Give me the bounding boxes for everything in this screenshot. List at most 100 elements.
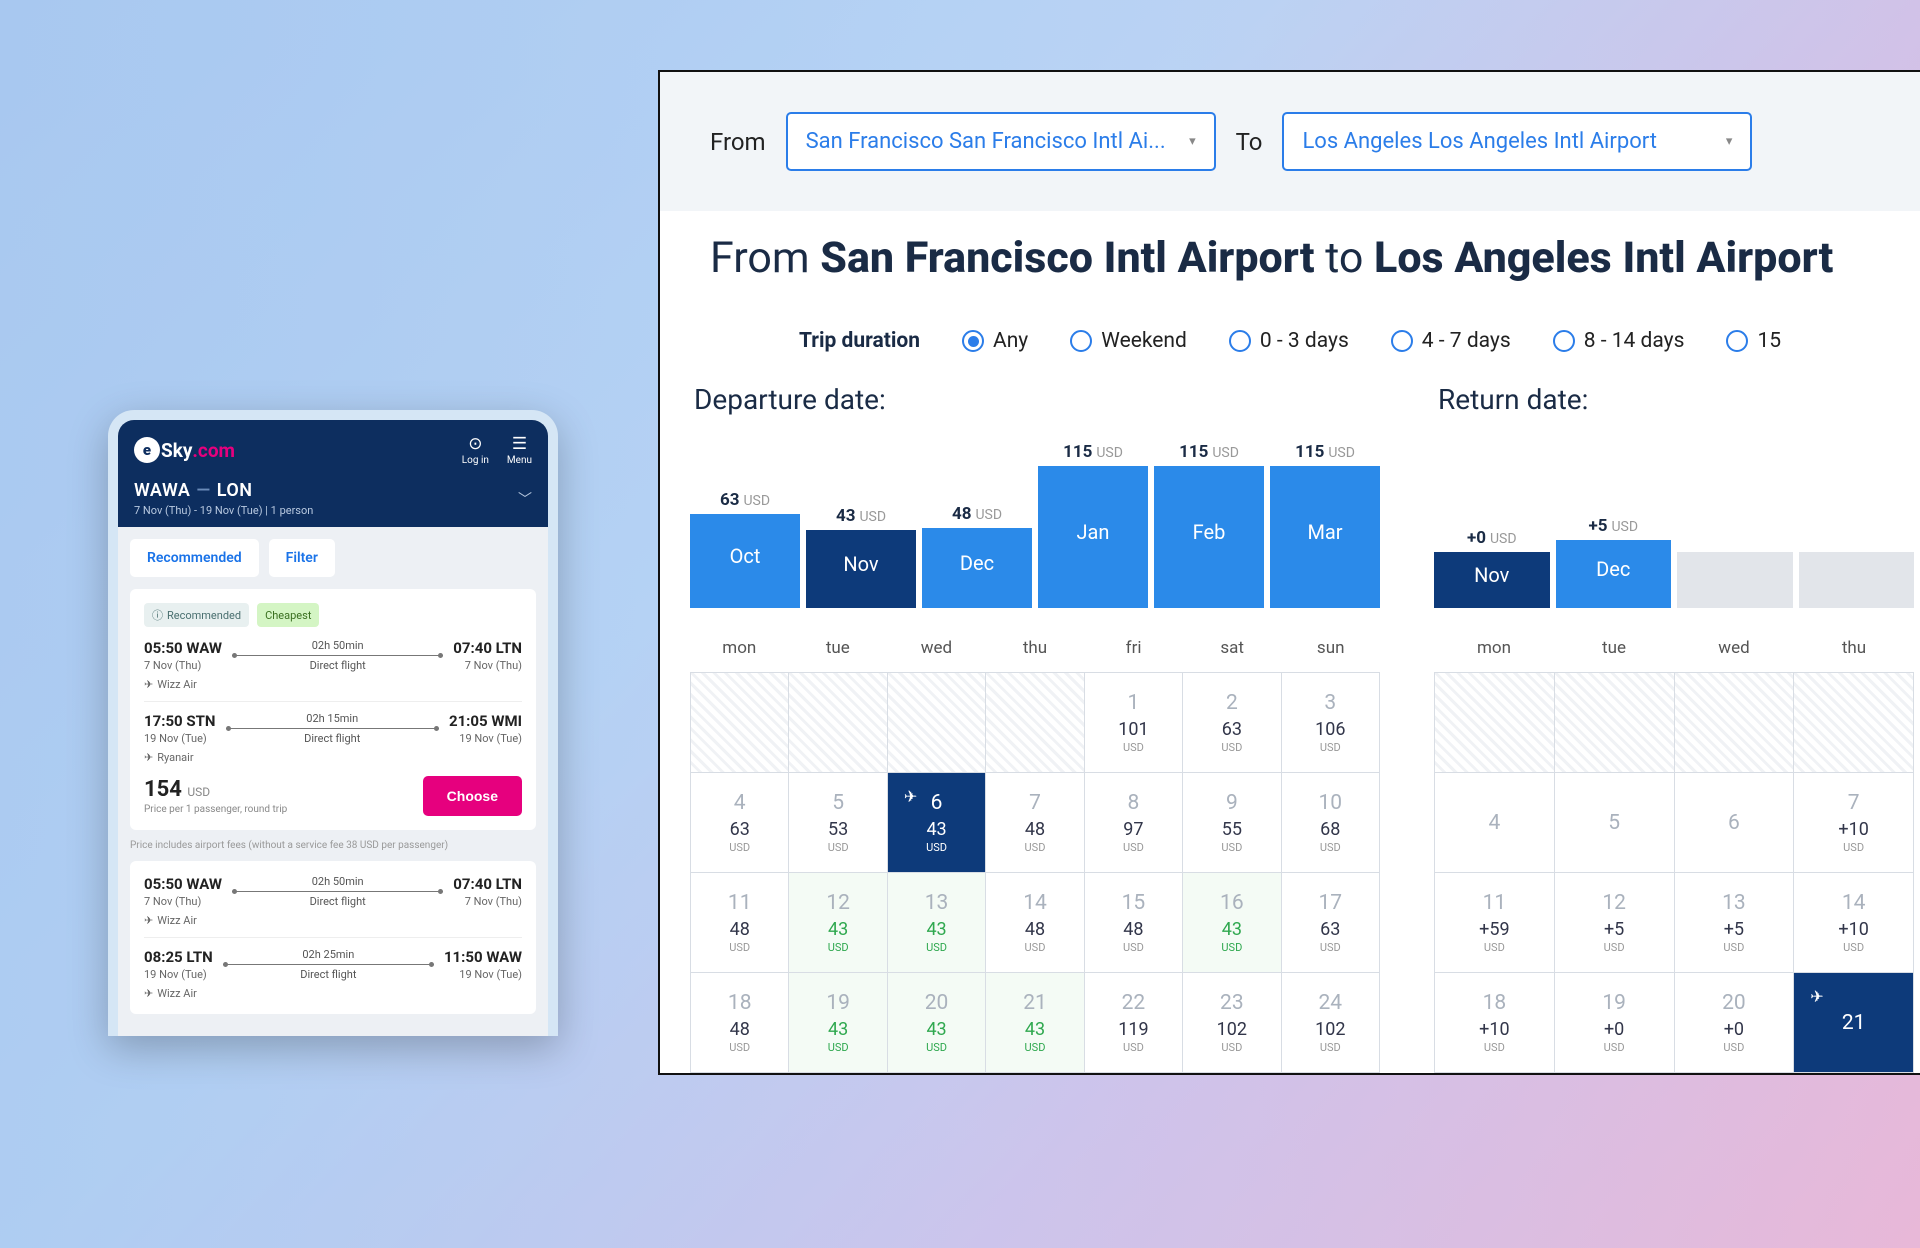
- duration-option[interactable]: Any: [962, 329, 1028, 353]
- calendar-day[interactable]: 2143USD: [986, 973, 1084, 1073]
- airline-label: Wizz Air: [144, 914, 522, 927]
- recommended-chip[interactable]: Recommended: [130, 539, 259, 577]
- calendar-day[interactable]: 1343USD: [888, 873, 986, 973]
- dow-label: thu: [1794, 638, 1914, 658]
- calendar-day[interactable]: 18+10USD: [1435, 973, 1555, 1073]
- flight-card: ⓘ Recommended Cheapest 05:50 WAW 7 Nov (…: [130, 589, 536, 830]
- mobile-logo[interactable]: eSky.com: [134, 437, 235, 463]
- calendar-day[interactable]: 1148USD: [691, 873, 789, 973]
- calendar-day[interactable]: 955USD: [1183, 773, 1281, 873]
- dow-label: mon: [1434, 638, 1554, 658]
- day-currency: USD: [1484, 1041, 1505, 1054]
- day-number: 14: [1842, 891, 1866, 915]
- arr-date: 7 Nov (Thu): [453, 895, 522, 908]
- month-label: Mar: [1270, 466, 1380, 608]
- calendar-empty-cell: [691, 673, 789, 773]
- month-bar[interactable]: +0USDNov: [1434, 438, 1550, 608]
- calendar-day[interactable]: 5: [1555, 773, 1675, 873]
- month-bar[interactable]: 48USDDec: [922, 438, 1032, 608]
- day-price: +5: [1604, 919, 1624, 940]
- month-bar[interactable]: 115USDFeb: [1154, 438, 1264, 608]
- login-button[interactable]: ⊙ Log in: [462, 434, 489, 466]
- month-bar[interactable]: Fe: [1799, 438, 1915, 608]
- day-price: +5: [1724, 919, 1744, 940]
- month-price: 63USD: [690, 490, 800, 510]
- direct-label: Direct flight: [213, 968, 444, 981]
- flight-leg: 05:50 WAW 7 Nov (Thu) 02h 50min Direct f…: [144, 875, 522, 908]
- duration-option[interactable]: 4 - 7 days: [1391, 329, 1511, 353]
- month-label: Fe: [1799, 552, 1915, 608]
- day-price: 48: [1123, 919, 1143, 940]
- calendar-day[interactable]: 1068USD: [1282, 773, 1380, 873]
- to-label: To: [1236, 128, 1263, 156]
- day-currency: USD: [1723, 1041, 1744, 1054]
- to-dropdown[interactable]: Los Angeles Los Angeles Intl Airport ▾: [1282, 112, 1752, 171]
- return-calendar: Return date: +0USDNov+5USDDecJanFe montu…: [1434, 383, 1914, 1073]
- calendar-day[interactable]: 20+0USD: [1675, 973, 1795, 1073]
- arr-time: 21:05 WMI: [449, 712, 522, 730]
- duration-option[interactable]: 0 - 3 days: [1229, 329, 1349, 353]
- calendar-day[interactable]: 2043USD: [888, 973, 986, 1073]
- calendar-day[interactable]: 1848USD: [691, 973, 789, 1073]
- calendar-day[interactable]: 1643USD: [1183, 873, 1281, 973]
- mobile-mockup: eSky.com ⊙ Log in ☰ Menu WAWA—LON 7 Nov …: [108, 410, 558, 1036]
- calendar-day[interactable]: 897USD: [1085, 773, 1183, 873]
- month-bar[interactable]: 43USDNov: [806, 438, 916, 608]
- month-bar[interactable]: +5USDDec: [1556, 438, 1672, 608]
- calendar-day[interactable]: 22119USD: [1085, 973, 1183, 1073]
- day-number: 4: [1488, 811, 1500, 835]
- calendar-day[interactable]: 23102USD: [1183, 973, 1281, 1073]
- calendar-day[interactable]: 3106USD: [1282, 673, 1380, 773]
- day-currency: USD: [729, 841, 750, 854]
- calendar-day[interactable]: 1943USD: [789, 973, 887, 1073]
- dow-label: sun: [1281, 638, 1380, 658]
- from-dropdown[interactable]: San Francisco San Francisco Intl Ai... ▾: [786, 112, 1216, 171]
- day-price: 97: [1123, 819, 1143, 840]
- month-bar[interactable]: Jan: [1677, 438, 1793, 608]
- calendar-day[interactable]: 1548USD: [1085, 873, 1183, 973]
- calendar-day[interactable]: 1448USD: [986, 873, 1084, 973]
- choose-button[interactable]: Choose: [423, 776, 522, 816]
- duration-option[interactable]: 15: [1726, 329, 1781, 353]
- radio-icon: [1229, 330, 1251, 352]
- calendar-day[interactable]: 6: [1675, 773, 1795, 873]
- to-value: Los Angeles Los Angeles Intl Airport: [1302, 129, 1657, 154]
- calendar-day[interactable]: 24102USD: [1282, 973, 1380, 1073]
- calendar-day[interactable]: 1243USD: [789, 873, 887, 973]
- month-bar[interactable]: 115USDJan: [1038, 438, 1148, 608]
- calendar-day[interactable]: 14+10USD: [1794, 873, 1914, 973]
- menu-button[interactable]: ☰ Menu: [507, 434, 532, 466]
- calendar-day[interactable]: 463USD: [691, 773, 789, 873]
- calendar-day[interactable]: ✈643USD: [888, 773, 986, 873]
- day-price: 63: [1320, 919, 1340, 940]
- calendar-day[interactable]: 1101USD: [1085, 673, 1183, 773]
- calendar-day[interactable]: 748USD: [986, 773, 1084, 873]
- day-number: 8: [1128, 791, 1140, 815]
- calendar-day[interactable]: 4: [1435, 773, 1555, 873]
- day-currency: USD: [1723, 941, 1744, 954]
- month-bar[interactable]: 115USDMar: [1270, 438, 1380, 608]
- month-label: Jan: [1677, 552, 1793, 608]
- calendar-day[interactable]: ✈21: [1794, 973, 1914, 1073]
- calendar-day[interactable]: 1763USD: [1282, 873, 1380, 973]
- calendar-day[interactable]: 7+10USD: [1794, 773, 1914, 873]
- month-label: Jan: [1038, 466, 1148, 608]
- radio-icon: [1391, 330, 1413, 352]
- calendar-day[interactable]: 12+5USD: [1555, 873, 1675, 973]
- chevron-down-icon[interactable]: ﹀: [518, 489, 532, 509]
- airline-label: Wizz Air: [144, 678, 522, 691]
- logo-text: Sky: [161, 439, 192, 462]
- duration-option[interactable]: 8 - 14 days: [1553, 329, 1685, 353]
- day-number: 3: [1324, 691, 1336, 715]
- calendar-day[interactable]: 19+0USD: [1555, 973, 1675, 1073]
- calendar-day[interactable]: 11+59USD: [1435, 873, 1555, 973]
- calendar-day[interactable]: 263USD: [1183, 673, 1281, 773]
- duration-option[interactable]: Weekend: [1070, 329, 1187, 353]
- calendar-day[interactable]: 13+5USD: [1675, 873, 1795, 973]
- day-price: 48: [1025, 919, 1045, 940]
- mobile-route[interactable]: WAWA—LON: [134, 480, 313, 501]
- month-bar[interactable]: 63USDOct: [690, 438, 800, 608]
- calendar-day[interactable]: 553USD: [789, 773, 887, 873]
- filter-chip[interactable]: Filter: [269, 539, 335, 577]
- calendar-empty-cell: [789, 673, 887, 773]
